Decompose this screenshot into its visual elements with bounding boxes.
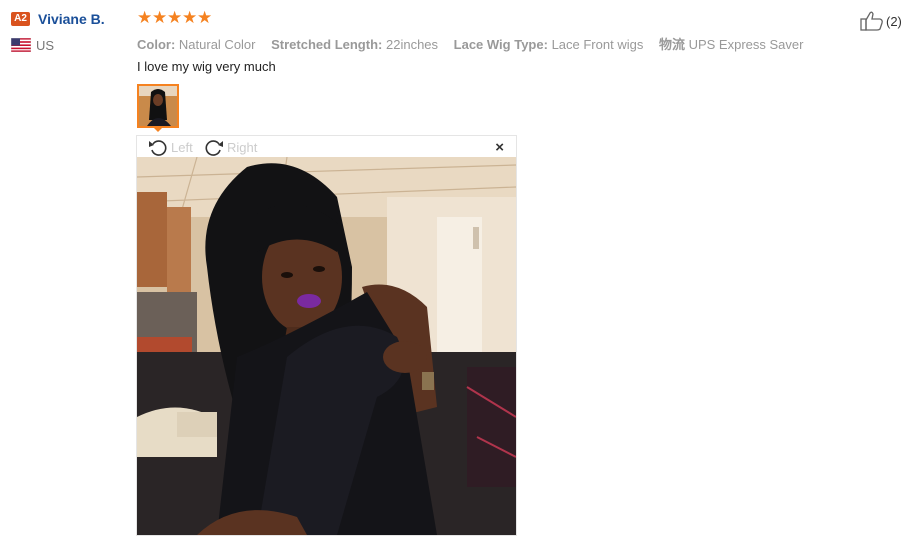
order-attributes: Color: Natural Color Stretched Length: 2… (137, 34, 815, 53)
close-viewer-button[interactable]: × (495, 139, 504, 156)
review-photo (137, 157, 516, 535)
attr-shipping: 物流 UPS Express Saver (658, 37, 804, 52)
star-icon: ★ (137, 8, 153, 27)
rotate-left-button[interactable]: Left (147, 138, 193, 156)
attr-color: Color: Natural Color (137, 37, 256, 52)
viewer-toolbar: Left Right × (137, 136, 516, 157)
buyer-level-badge: A2 (11, 12, 30, 26)
star-rating: ★ ★ ★ ★ ★ (137, 9, 212, 27)
photo-viewer: Left Right × (136, 135, 517, 536)
review-photo-image (137, 157, 516, 535)
rotate-right-button[interactable]: Right (203, 138, 257, 156)
review-photo-thumbnail[interactable] (137, 84, 179, 128)
rotate-right-label: Right (227, 139, 258, 155)
thumbs-up-icon (860, 11, 883, 31)
thumbnail-image (139, 86, 177, 126)
review-text: I love my wig very much (137, 59, 276, 74)
reviewer-country: US (36, 38, 55, 53)
star-icon: ★ (152, 8, 168, 27)
star-icon: ★ (182, 8, 198, 27)
helpful-button[interactable]: (2) (860, 11, 902, 31)
thumbnail-pointer (152, 126, 164, 132)
helpful-count: (2) (886, 13, 902, 29)
reviewer-name[interactable]: Viviane B. (38, 11, 105, 27)
us-flag-icon (11, 38, 31, 52)
rotate-left-label: Left (171, 139, 193, 155)
star-icon: ★ (197, 8, 213, 27)
attr-stretched-length: Stretched Length: 22inches (271, 37, 439, 52)
star-icon: ★ (167, 8, 183, 27)
rotate-right-icon (205, 140, 223, 156)
attr-lace-wig-type: Lace Wig Type: Lace Front wigs (453, 37, 644, 52)
rotate-left-icon (149, 140, 167, 156)
